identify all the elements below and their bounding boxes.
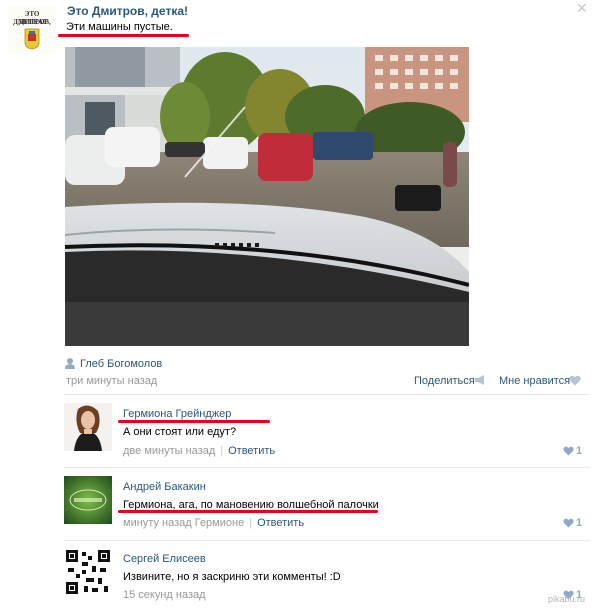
heart-icon	[563, 518, 574, 528]
comment-time[interactable]: 15 секунд назад	[123, 589, 206, 601]
comment-text: А они стоят или едут?	[123, 426, 237, 438]
divider	[64, 467, 590, 468]
close-icon[interactable]: ✕	[576, 0, 588, 17]
green-logo-icon	[64, 476, 112, 524]
comment-author-link[interactable]: Сергей Елисеев	[123, 553, 206, 565]
like-button[interactable]: Мне нравится	[499, 375, 570, 387]
red-underline-marker	[118, 420, 270, 423]
megaphone-icon[interactable]	[474, 374, 486, 389]
divider	[64, 540, 590, 541]
heart-icon	[563, 446, 574, 456]
comment-author-link[interactable]: Гермиона Грейнджер	[123, 408, 231, 420]
red-underline-marker	[118, 510, 378, 513]
comment-like-button[interactable]: 1	[563, 517, 582, 529]
divider	[64, 394, 590, 395]
group-name-link[interactable]: Это Дмитров, детка!	[67, 4, 188, 18]
like-count: 1	[576, 517, 583, 529]
watermark: pikabu.ru	[548, 594, 586, 604]
comment-time[interactable]: две минуты назад	[123, 445, 215, 457]
post-text: Эти машины пустые.	[66, 21, 173, 33]
avatar[interactable]	[64, 403, 112, 451]
group-avatar[interactable]: ЭТО ДМИТРОВ, ДЕТКА!	[8, 6, 56, 54]
comment-author-link[interactable]: Андрей Бакакин	[123, 481, 206, 493]
red-underline-marker	[58, 34, 189, 37]
comment-text: Извините, но я заскриню эти комменты! :D	[123, 571, 341, 583]
group-avatar-line2: ДЕТКА!	[18, 18, 46, 26]
avatar[interactable]	[64, 548, 112, 596]
share-button[interactable]: Поделиться	[414, 375, 475, 387]
post-time[interactable]: три минуты назад	[66, 375, 157, 387]
person-icon	[64, 357, 76, 372]
qr-code-icon	[64, 548, 112, 596]
comment-time[interactable]: минуту назад	[123, 517, 192, 529]
author-link[interactable]: Глеб Богомолов	[80, 358, 162, 370]
like-count: 1	[576, 445, 583, 457]
avatar[interactable]	[64, 476, 112, 524]
reply-to-person[interactable]: Гермионе	[195, 517, 244, 529]
heart-icon[interactable]	[569, 375, 581, 389]
reply-link[interactable]: Ответить	[228, 445, 275, 457]
reply-link[interactable]: Ответить	[257, 517, 304, 529]
comment-like-button[interactable]: 1	[563, 445, 582, 457]
woman-portrait-icon	[64, 403, 112, 451]
post-photo[interactable]	[65, 47, 469, 346]
comment-meta: две минуты назад | Ответить	[123, 445, 276, 457]
coat-of-arms-icon	[24, 28, 40, 50]
comment-meta: минуту назад Гермионе | Ответить	[123, 517, 305, 529]
car-hood-photo-icon	[65, 47, 469, 346]
comment-meta: 15 секунд назад	[123, 589, 206, 601]
